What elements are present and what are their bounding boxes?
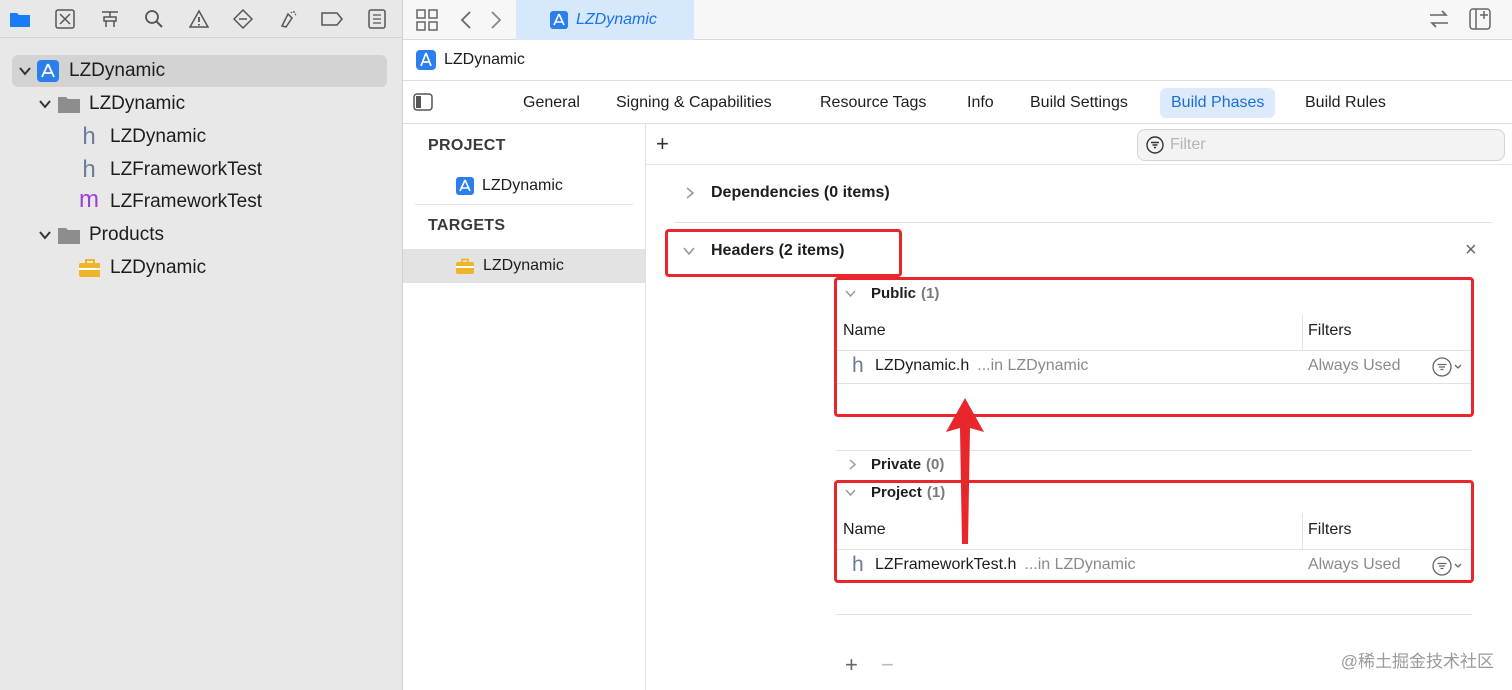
app-project-icon bbox=[416, 50, 436, 70]
implementation-m-icon: m bbox=[79, 186, 99, 213]
divider bbox=[836, 614, 1472, 615]
tree-item-label: LZFrameworkTest bbox=[110, 159, 263, 180]
close-phase-button[interactable]: × bbox=[1465, 239, 1477, 262]
private-label: Private bbox=[871, 456, 922, 473]
tree-item-label: LZDynamic bbox=[110, 257, 207, 278]
tree-item-file[interactable]: h LZFrameworkTest bbox=[12, 154, 387, 186]
tab-resource-tags[interactable]: Resource Tags bbox=[809, 88, 937, 118]
tab-info[interactable]: Info bbox=[956, 88, 1005, 118]
add-file-button[interactable]: + bbox=[845, 652, 858, 678]
add-editor-icon[interactable] bbox=[1469, 8, 1491, 30]
symbol-icon[interactable] bbox=[98, 7, 122, 31]
project-target-list: PROJECT LZDynamic TARGETS LZDynamic bbox=[403, 124, 646, 690]
back-chevron-icon[interactable] bbox=[459, 10, 473, 30]
issue-icon[interactable] bbox=[187, 7, 211, 31]
settings-tab-bar: General Signing & Capabilities Resource … bbox=[403, 81, 1512, 124]
app-project-icon bbox=[550, 11, 568, 29]
tab-general[interactable]: General bbox=[512, 88, 591, 118]
tab-build-phases[interactable]: Build Phases bbox=[1160, 88, 1276, 118]
report-icon[interactable] bbox=[365, 7, 389, 31]
target-item-label: LZDynamic bbox=[483, 257, 564, 274]
tab-build-rules[interactable]: Build Rules bbox=[1294, 88, 1397, 118]
divider bbox=[836, 450, 1472, 451]
divider bbox=[415, 204, 633, 205]
swap-arrows-icon[interactable] bbox=[1428, 9, 1450, 29]
tree-item-label: LZDynamic bbox=[89, 93, 186, 114]
divider bbox=[674, 222, 1492, 223]
filter-input[interactable] bbox=[1170, 136, 1490, 154]
jump-bar: LZDynamic bbox=[403, 40, 1512, 81]
framework-toolbox-icon bbox=[78, 257, 100, 279]
find-icon[interactable] bbox=[142, 7, 166, 31]
tree-item-file[interactable]: h LZDynamic bbox=[12, 121, 387, 153]
source-control-icon[interactable] bbox=[53, 7, 77, 31]
grid-icon[interactable] bbox=[416, 9, 438, 31]
editor-tab-lzdynamic[interactable]: LZDynamic bbox=[516, 0, 694, 40]
app-project-icon bbox=[37, 60, 59, 82]
tree-item-label: LZFrameworkTest bbox=[110, 191, 263, 212]
tree-item-label: LZDynamic bbox=[69, 60, 166, 81]
header-h-icon: h bbox=[82, 123, 96, 150]
navigator-toolbar bbox=[0, 0, 403, 38]
framework-toolbox-icon bbox=[455, 258, 475, 275]
editor-tab-label: LZDynamic bbox=[576, 11, 657, 28]
targets-section-header: TARGETS bbox=[428, 217, 506, 234]
test-icon[interactable] bbox=[231, 7, 255, 31]
group-folder-icon bbox=[58, 93, 80, 115]
tree-item-file[interactable]: m LZFrameworkTest bbox=[12, 186, 387, 218]
editor-tab-bar: LZDynamic bbox=[403, 0, 1512, 40]
project-item[interactable]: LZDynamic bbox=[403, 169, 645, 203]
tree-item-label: Products bbox=[89, 224, 164, 245]
breakpoint-icon[interactable] bbox=[320, 7, 344, 31]
tab-signing-capabilities[interactable]: Signing & Capabilities bbox=[605, 88, 783, 118]
add-phase-button[interactable]: + bbox=[656, 131, 669, 157]
tree-item-label: LZDynamic bbox=[110, 126, 207, 147]
project-item-label: LZDynamic bbox=[482, 177, 563, 194]
chevron-down-icon[interactable] bbox=[18, 64, 32, 78]
red-arrow-annotation bbox=[946, 398, 984, 544]
project-section-header: PROJECT bbox=[428, 137, 506, 154]
folder-icon[interactable] bbox=[8, 7, 32, 31]
filter-field[interactable] bbox=[1137, 129, 1505, 161]
sidebar-toggle-icon[interactable] bbox=[413, 93, 433, 111]
chevron-down-icon[interactable] bbox=[38, 97, 52, 111]
highlight-box-headers bbox=[665, 229, 902, 277]
highlight-box-project bbox=[834, 480, 1474, 583]
app-project-icon bbox=[456, 177, 474, 195]
phase-toolbar: + bbox=[646, 124, 1512, 165]
debug-icon[interactable] bbox=[276, 7, 300, 31]
highlight-box-public bbox=[834, 277, 1474, 417]
dependencies-phase-title[interactable]: Dependencies (0 items) bbox=[711, 184, 890, 202]
chevron-down-icon[interactable] bbox=[38, 228, 52, 242]
header-h-icon: h bbox=[82, 156, 96, 183]
watermark: @稀土掘金技术社区 bbox=[1340, 652, 1494, 671]
remove-file-button[interactable]: − bbox=[881, 652, 894, 678]
target-item[interactable]: LZDynamic bbox=[403, 249, 645, 283]
project-navigator: LZDynamic LZDynamic h LZDynamic h LZFram… bbox=[0, 0, 403, 690]
filter-icon bbox=[1146, 136, 1164, 154]
tree-item-group-products[interactable]: Products bbox=[12, 219, 387, 251]
jump-bar-title[interactable]: LZDynamic bbox=[444, 51, 525, 69]
forward-chevron-icon[interactable] bbox=[489, 10, 503, 30]
group-folder-icon bbox=[58, 224, 80, 246]
tree-item-framework[interactable]: LZDynamic bbox=[12, 252, 387, 284]
tree-item-project-root[interactable]: LZDynamic bbox=[12, 55, 387, 87]
tree-item-group-lzdynamic[interactable]: LZDynamic bbox=[12, 88, 387, 120]
private-section-title[interactable]: Private (0) bbox=[871, 456, 944, 473]
build-phases-panel: + Dependencies (0 items) Headers (2 item… bbox=[646, 124, 1512, 690]
chevron-right-icon[interactable] bbox=[847, 458, 858, 471]
chevron-right-icon[interactable] bbox=[684, 186, 696, 200]
tab-build-settings[interactable]: Build Settings bbox=[1019, 88, 1139, 118]
